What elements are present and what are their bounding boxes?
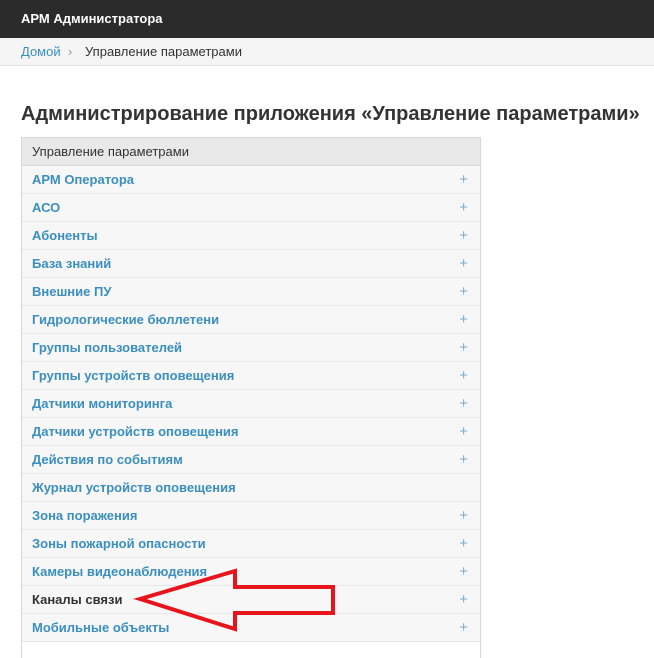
add-icon[interactable]: + bbox=[459, 586, 468, 613]
model-link[interactable]: Зоны пожарной опасности bbox=[32, 530, 206, 557]
model-row: Журнал устройств оповещения bbox=[22, 474, 480, 502]
model-link[interactable]: Журнал устройств оповещения bbox=[32, 474, 236, 501]
breadcrumb: Домой › Управление параметрами bbox=[0, 38, 654, 66]
model-row: Гидрологические бюллетени + bbox=[22, 306, 480, 334]
add-icon[interactable]: + bbox=[459, 306, 468, 333]
model-link[interactable]: Мобильные объекты bbox=[32, 614, 169, 641]
model-row: Группы пользователей + bbox=[22, 334, 480, 362]
add-icon[interactable]: + bbox=[459, 530, 468, 557]
page-title: Администрирование приложения «Управление… bbox=[21, 103, 640, 125]
model-row: Действия по событиям + bbox=[22, 446, 480, 474]
model-link[interactable]: Группы пользователей bbox=[32, 334, 182, 361]
add-icon[interactable]: + bbox=[459, 362, 468, 389]
model-link[interactable]: Камеры видеонаблюдения bbox=[32, 558, 207, 585]
model-link[interactable]: Каналы связи bbox=[32, 586, 122, 613]
model-row: АСО + bbox=[22, 194, 480, 222]
add-icon[interactable]: + bbox=[459, 334, 468, 361]
model-row: Внешние ПУ + bbox=[22, 278, 480, 306]
model-row: Группы устройств оповещения + bbox=[22, 362, 480, 390]
model-link[interactable]: АСО bbox=[32, 194, 60, 221]
app-title-link[interactable]: АРМ Администратора bbox=[21, 11, 163, 26]
model-row: Каналы связи + bbox=[22, 586, 480, 614]
add-icon[interactable]: + bbox=[459, 194, 468, 221]
add-icon[interactable]: + bbox=[459, 390, 468, 417]
model-link[interactable]: Действия по событиям bbox=[32, 446, 183, 473]
chevron-right-icon: › bbox=[68, 44, 73, 59]
model-link[interactable]: Гидрологические бюллетени bbox=[32, 306, 219, 333]
model-link[interactable]: Датчики мониторинга bbox=[32, 390, 172, 417]
model-link[interactable]: База знаний bbox=[32, 250, 111, 277]
model-row: Датчики устройств оповещения + bbox=[22, 418, 480, 446]
app-module-table: Управление параметрами АРМ Оператора + АСО… bbox=[21, 137, 481, 658]
add-icon[interactable]: + bbox=[459, 418, 468, 445]
model-list: АРМ Оператора + АСО + Абоненты + База знаний + В… bbox=[22, 166, 480, 642]
breadcrumb-current: Управление параметрами bbox=[85, 44, 242, 59]
model-row: Мобильные объекты + bbox=[22, 614, 480, 642]
add-icon[interactable]: + bbox=[459, 250, 468, 277]
model-row: АРМ Оператора + bbox=[22, 166, 480, 194]
model-link[interactable]: Группы устройств оповещения bbox=[32, 362, 234, 389]
model-row: Камеры видеонаблюдения + bbox=[22, 558, 480, 586]
add-icon[interactable]: + bbox=[459, 558, 468, 585]
model-row: Абоненты + bbox=[22, 222, 480, 250]
module-caption: Управление параметрами bbox=[22, 138, 480, 166]
model-row: Зона поражения + bbox=[22, 502, 480, 530]
add-icon[interactable]: + bbox=[459, 278, 468, 305]
model-link[interactable]: Абоненты bbox=[32, 222, 98, 249]
add-icon[interactable]: + bbox=[459, 166, 468, 193]
add-icon[interactable]: + bbox=[459, 446, 468, 473]
model-link[interactable]: Датчики устройств оповещения bbox=[32, 418, 239, 445]
model-row: Датчики мониторинга + bbox=[22, 390, 480, 418]
top-bar: АРМ Администратора bbox=[0, 0, 654, 38]
model-link[interactable]: Зона поражения bbox=[32, 502, 137, 529]
model-link[interactable]: Внешние ПУ bbox=[32, 278, 111, 305]
breadcrumb-home-link[interactable]: Домой bbox=[21, 44, 61, 59]
add-icon[interactable]: + bbox=[459, 222, 468, 249]
model-row: Зоны пожарной опасности + bbox=[22, 530, 480, 558]
model-row: База знаний + bbox=[22, 250, 480, 278]
add-icon[interactable]: + bbox=[459, 614, 468, 641]
add-icon[interactable]: + bbox=[459, 502, 468, 529]
model-link[interactable]: АРМ Оператора bbox=[32, 166, 134, 193]
